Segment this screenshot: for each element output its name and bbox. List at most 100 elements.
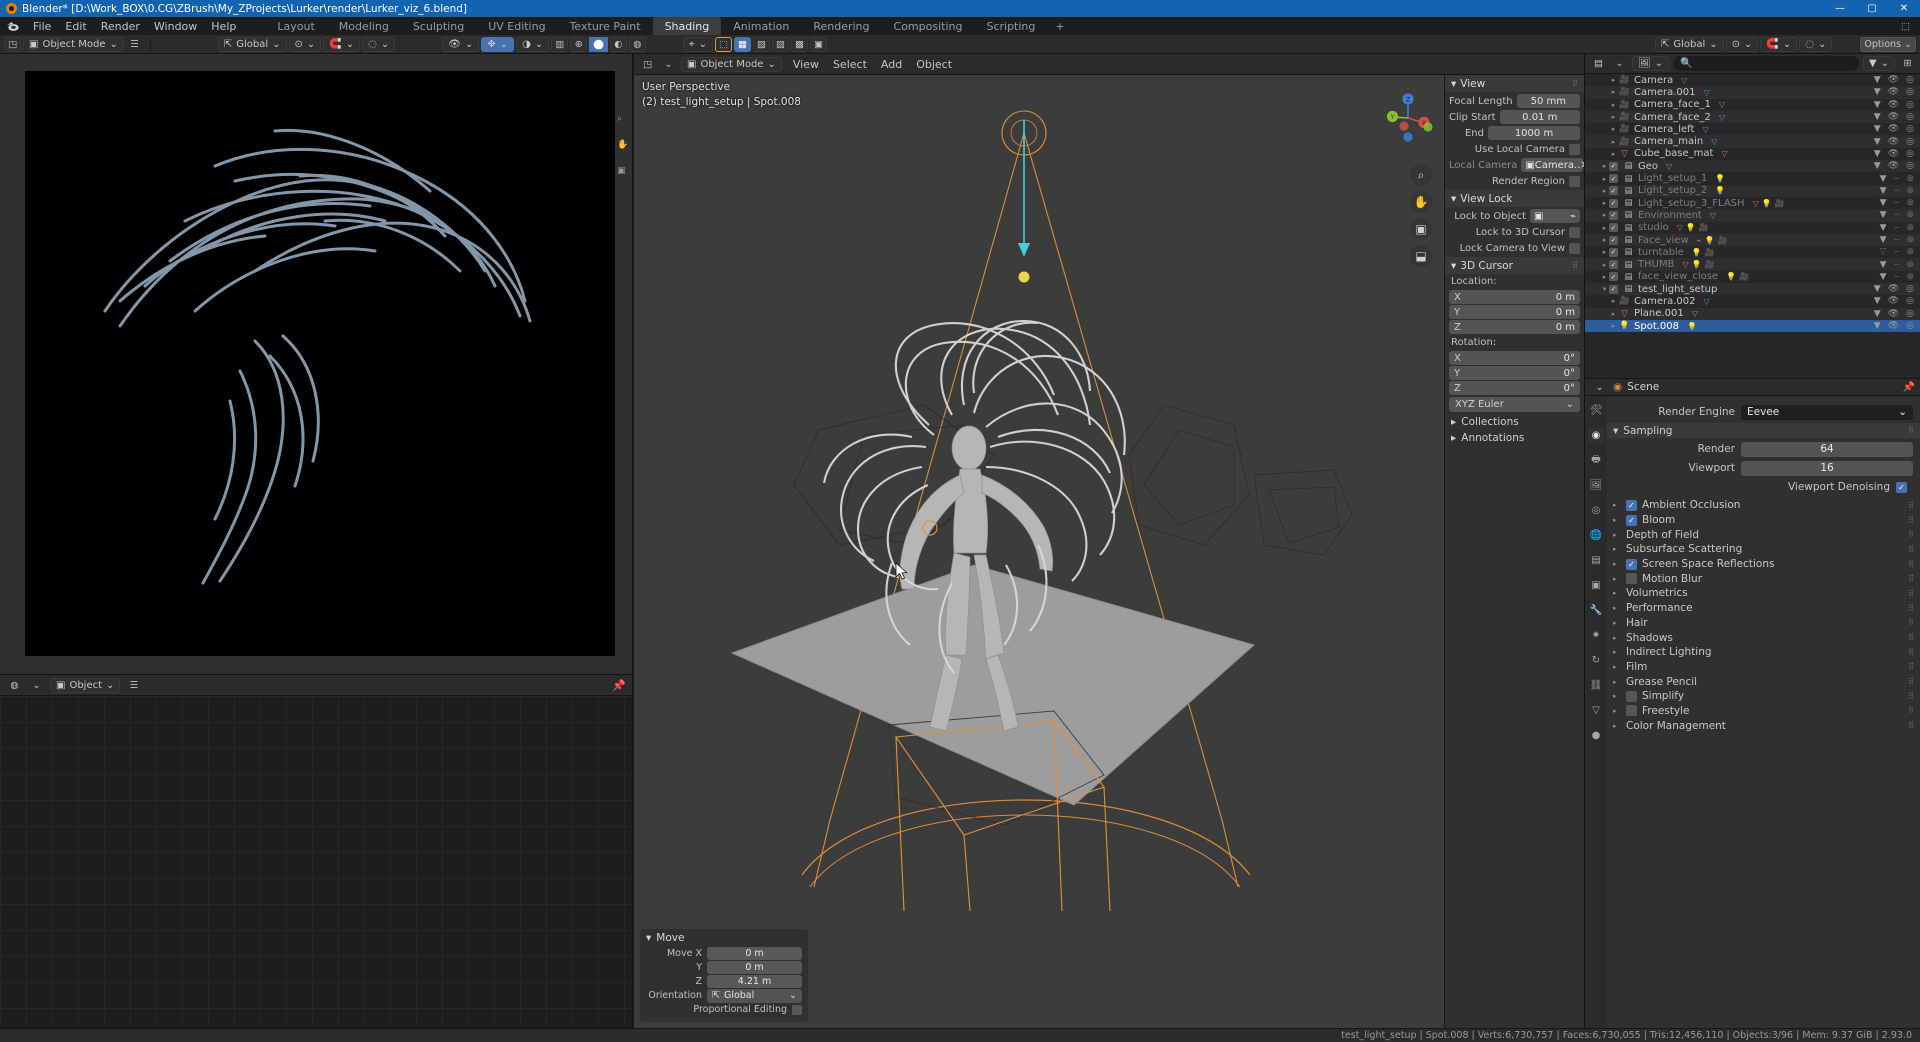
object-mode-selector[interactable]: ▣ Object Mode ⌄ [23,36,124,52]
select-invert-button[interactable]: ▩ [790,36,808,52]
eye-icon[interactable]: 👁 [1888,296,1899,306]
property-section-bloom[interactable]: ▸ ✓ Bloom ⠿ [1607,513,1920,528]
outliner-row[interactable]: ▸ 💡 Spot.008 💡 ▼ 👁 ◎ [1585,319,1920,333]
sampling-section-header[interactable]: ▾ Sampling ⠿ [1607,423,1920,438]
solid-shading-button[interactable]: ⬤ [589,36,608,52]
selectable-filter-icon[interactable]: ▼ [1880,210,1887,220]
cursor-field-x[interactable]: X 0 m [1449,290,1580,304]
outliner-exclude-checkbox[interactable]: ✓ [1609,284,1618,294]
new-collection-button[interactable]: ⊞ [1899,56,1916,71]
select-tool-group[interactable]: ⌖ ⌄ ⬚ ▦ ▧ ▨ ▩ ▣ [682,36,827,52]
outliner-row[interactable]: ▸ ✓ ▤ THUMB ▽ 💡 🎥 ▼ ⌣ ⊗ [1585,258,1920,271]
camera-render-icon[interactable]: ◎ [1906,112,1914,122]
outliner-row-toggles[interactable]: ▼ ⌣ ⊗ [1880,210,1920,220]
main-menu[interactable]: File Edit Render Window Help [26,18,243,35]
disclosure-triangle-icon[interactable]: ▸ [1613,589,1621,597]
chevron-down-icon[interactable]: ⌄ [1591,380,1608,395]
output-tab[interactable]: 🖶 [1588,452,1604,468]
sampling-row-viewport[interactable]: Viewport 16 [1607,460,1913,476]
collection-tab[interactable]: ▤ [1588,552,1604,568]
data-tab[interactable]: ▽ [1588,702,1604,718]
render-property-sections[interactable]: ▸ ✓ Ambient Occlusion ⠿ ▸ ✓ Bloom ⠿ ▸ Depth of Fi… [1607,498,1920,733]
use-local-camera-row[interactable]: Use Local Camera [1449,142,1580,156]
disclosure-triangle-icon[interactable]: ▸ [1600,162,1609,170]
camera-render-off-icon[interactable]: ⊗ [1906,186,1914,196]
outliner-row[interactable]: ▸ 🎥 Camera_face_1 ▽ ▼ 👁 ◎ [1585,99,1920,111]
pivot-point-selector[interactable]: ⊙ ⌄ [288,36,322,52]
menu-window[interactable]: Window [147,18,204,35]
disclosure-triangle-icon[interactable]: ▸ [1613,619,1621,627]
eye-closed-icon[interactable]: ⌣ [1894,223,1900,233]
view-row-focal-length[interactable]: Focal Length 50 mm [1449,94,1580,108]
cursor-field-x[interactable]: X 0° [1449,351,1580,365]
outliner-exclude-checkbox[interactable]: ✓ [1609,161,1618,171]
close-button[interactable]: ✕ [1888,0,1920,17]
shading-group[interactable]: 👁 ⌄ ✥ ⌄ ◑ ⌄ ▥ ⊕ ⬤ ◐ ◍ [442,36,646,52]
outliner-row[interactable]: ▸ ✓ ▤ studio ▽ 💡 🎥 ▼ ⌣ ⊗ [1585,222,1920,234]
outliner-row-toggles[interactable]: ▼ ⌣ ⊗ [1880,198,1920,208]
disclosure-triangle-icon[interactable]: ▸ [1613,531,1621,539]
selectable-filter-icon[interactable]: ▼ [1880,174,1887,184]
cursor-field-y[interactable]: Y 0° [1449,366,1580,380]
view-row-value[interactable]: 1000 m [1488,126,1580,140]
pan-hand-icon[interactable]: ✋ [1410,191,1432,213]
select-intersect-button[interactable]: ▣ [809,36,827,52]
viewport-nav-tools[interactable]: ⌕ ✋ ▣ ⬓ [1410,164,1432,267]
disclosure-triangle-icon[interactable]: ▸ [1600,211,1609,219]
filter-button[interactable]: ▼ ⌄ [1862,56,1895,71]
scene-tab[interactable]: ◎ [1588,502,1604,518]
disclosure-triangle-icon[interactable]: ▸ [1613,634,1621,642]
outliner-row-toggles[interactable]: ▼ 👁 ◎ [1874,124,1920,134]
eye-closed-icon[interactable]: ⌣ [1894,272,1900,282]
outliner-row-toggles[interactable]: ▼ 👁 ◎ [1874,296,1920,306]
outliner-row[interactable]: ▸ ✓ ▤ face_view_close 💡 🎥 ▼ ⌣ ⊗ [1585,271,1920,283]
selectable-filter-icon[interactable]: ▼ [1874,309,1881,319]
property-section-ambient-occlusion[interactable]: ▸ ✓ Ambient Occlusion ⠿ [1607,498,1920,513]
disclosure-triangle-icon[interactable]: ▸ [1613,575,1621,583]
outliner-exclude-checkbox[interactable]: ✓ [1609,174,1618,184]
outliner-row[interactable]: ▸ ✓ ▤ Face_view ⌁ 💡 🎥 ▼ ⌣ ⊗ [1585,233,1920,247]
selectable-filter-icon[interactable]: ▼ [1874,321,1881,331]
outliner-tree[interactable]: ▸ 🎥 Camera ▽ ▼ 👁 ◎ ▸ 🎥 Camera.001 ▽ ▼ 👁 ◎ ▸ 🎥 Camera_fac… [1585,74,1920,378]
particles-tab[interactable]: ✷ [1588,627,1604,643]
outliner-row-toggles[interactable]: ▼ 👁 ◎ [1874,149,1920,159]
outliner-row[interactable]: ▸ 🎥 Camera.002 ▽ ▼ 👁 ◎ [1585,295,1920,307]
move-field-value[interactable]: 0 m [707,947,802,960]
outliner-row-toggles[interactable]: ▼ 👁 ◎ [1874,161,1920,171]
disclosure-triangle-icon[interactable]: ▸ [1613,663,1621,671]
outliner-row[interactable]: ▸ 🎥 Camera_left ▽ ▼ 👁 ◎ [1585,123,1920,135]
workspace-tab-modeling[interactable]: Modeling [327,17,401,35]
disclosure-triangle-icon[interactable]: ▸ [1609,101,1618,109]
lock-camera-to-view-checkbox[interactable] [1569,242,1580,254]
eye-icon[interactable]: 👁 [1888,149,1899,159]
tool-tab[interactable]: 🛠 [1588,402,1604,418]
property-section-checkbox[interactable] [1626,690,1637,702]
outliner-row[interactable]: ▸ 🎥 Camera.001 ▽ ▼ 👁 ◎ [1585,86,1920,99]
camera-render-icon[interactable]: ◎ [1906,75,1914,85]
outliner-row-toggles[interactable]: ▼ 👁 ◎ [1874,137,1920,147]
proportional-editing-checkbox[interactable] [792,1004,802,1015]
disclosure-triangle-icon[interactable]: ▸ [1600,187,1609,195]
eye-icon[interactable]: 👁 [1888,161,1899,171]
viewport-denoising-row[interactable]: Viewport Denoising ✓ [1607,479,1913,495]
outliner-row-toggles[interactable]: ▼ ⌣ ⊗ [1880,174,1920,184]
select-extend-button[interactable]: ▧ [752,36,770,52]
outliner-row[interactable]: ▸ ✓ ▤ Light_setup_1 💡 ▼ ⌣ ⊗ [1585,172,1920,184]
image-editor-zoom-icon[interactable]: ⌕ [617,114,629,126]
outliner-row[interactable]: ▸ ✓ ▤ Light_setup_2 💡 ▼ ⌣ ⊗ [1585,184,1920,197]
rotation-mode-selector[interactable]: XYZ Euler ⌄ [1449,397,1580,412]
outliner-editor-type-icon[interactable]: ▤ [1590,56,1607,71]
cursor-field-z[interactable]: Z 0° [1449,381,1580,395]
overlays-toggle[interactable]: ◑ ⌄ [516,36,550,52]
move-field-value[interactable]: 0 m [707,961,802,974]
view-layer-tab[interactable]: 🖼 [1588,477,1604,493]
workspace-tabs[interactable]: Layout Modeling Sculpting UV Editing Texture… [265,17,1072,35]
scene-browse-icon[interactable]: ⬚ [1897,19,1914,34]
disclosure-triangle-icon[interactable]: ▸ [1600,236,1609,244]
move-operator-header[interactable]: ▾ Move [640,929,808,946]
select-set-button[interactable]: ▦ [733,36,751,52]
disclosure-triangle-icon[interactable]: ▸ [1613,678,1621,686]
outliner-exclude-checkbox[interactable]: ✓ [1609,272,1618,282]
selectable-filter-icon[interactable]: ▼ [1874,284,1881,294]
render-tab[interactable]: ◉ [1588,427,1604,443]
